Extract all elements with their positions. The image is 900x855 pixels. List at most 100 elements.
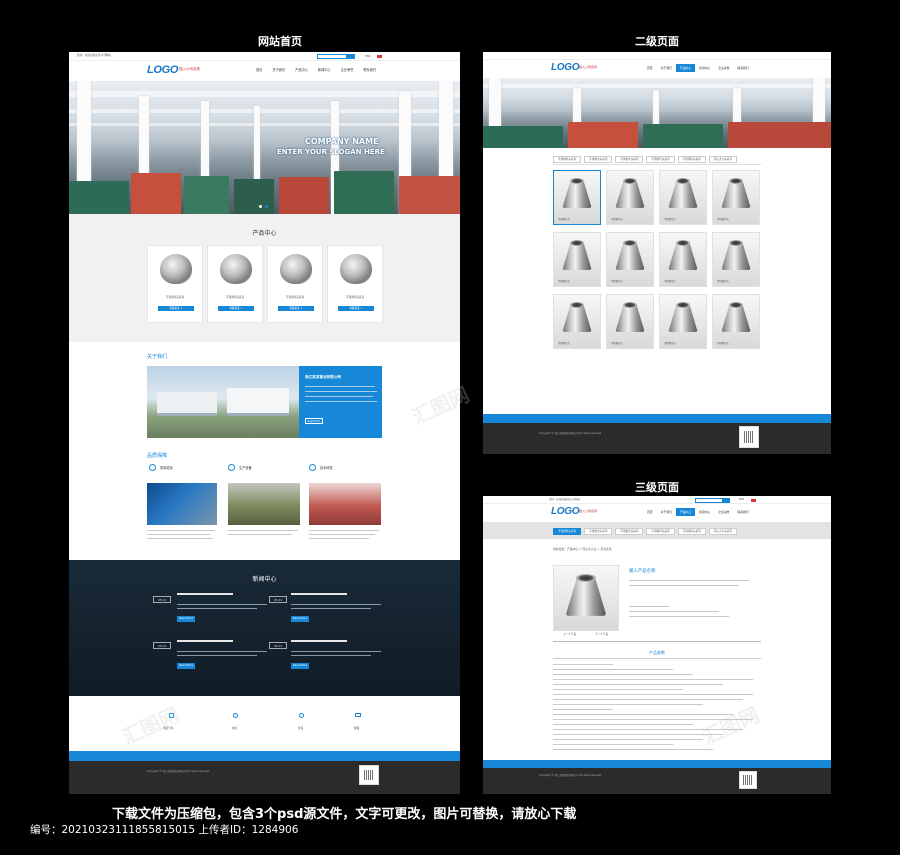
tab-category[interactable]: 不锈钢弯头系列	[584, 156, 613, 163]
search-button[interactable]	[347, 54, 355, 59]
prev-product-link[interactable]: 上一个产品	[563, 633, 576, 637]
quality-label: 质量检测	[160, 466, 173, 470]
second-footer: Copyright © 浙江某某管业有限公司 All rights reserv…	[483, 423, 831, 454]
product-name: 不锈钢弯头系列	[285, 296, 305, 299]
third-page-preview: 您好！欢迎光临某某公司网站 ENG LOGO 插入公司名称 首页 关于我们 产品…	[483, 496, 831, 794]
tab-category[interactable]: 不锈钢弯头系列	[615, 528, 644, 535]
param-text-line	[553, 724, 693, 726]
product-card[interactable]: 不锈钢弯头系列 查看更多 +	[147, 245, 203, 323]
news-more-button[interactable]: Read More	[291, 616, 309, 622]
nav-home[interactable]: 首页	[643, 64, 657, 72]
search-button[interactable]	[723, 497, 730, 503]
nav-contact[interactable]: 联系我们	[358, 66, 381, 74]
logo[interactable]: LOGO	[147, 64, 179, 76]
about-more-button[interactable]: Read More	[305, 418, 323, 424]
flag-icon[interactable]	[377, 55, 382, 58]
nav-about[interactable]: 关于我们	[657, 508, 676, 516]
logo[interactable]: LOGO	[551, 506, 580, 517]
product-more-button[interactable]: 查看更多 +	[158, 306, 194, 311]
product-thumb[interactable]: 不锈钢弯头	[659, 170, 707, 225]
quality-photo-2	[228, 483, 300, 525]
product-thumb[interactable]: 不锈钢弯头	[606, 294, 654, 349]
lang-switch[interactable]: ENG	[739, 498, 744, 502]
second-page-preview: LOGO 插入公司名称 首页 关于我们 产品中心 新闻中心 企业荣誉 联系我们 …	[483, 52, 831, 454]
product-thumb-label: 不锈钢弯头	[664, 342, 676, 345]
home-banner: COMPANY NAME ENTER YOUR SLOGAN HERE	[69, 81, 460, 214]
news-section: 新闻中心 05.24 Read More 05.24 Read More 05.…	[69, 560, 460, 696]
nav-contact[interactable]: 联系我们	[733, 508, 752, 516]
product-thumb-label: 不锈钢弯头	[558, 280, 570, 283]
tab-category[interactable]: 不锈钢弯头系列	[646, 528, 675, 535]
nav-home[interactable]: 首页	[251, 66, 267, 74]
product-thumb[interactable]: 不锈钢弯头	[659, 294, 707, 349]
news-more-button[interactable]: Read More	[177, 616, 195, 622]
nav-about[interactable]: 关于我们	[267, 66, 290, 74]
banner-company-name: COMPANY NAME	[305, 137, 379, 146]
quality-icon-3	[309, 464, 316, 471]
nav-products[interactable]: 产品中心	[675, 508, 696, 516]
param-text-line	[553, 749, 713, 751]
nav-contact[interactable]: 联系我们	[733, 64, 752, 72]
params-title: 产品参数	[649, 650, 665, 655]
quality-label: 技术研发	[320, 466, 333, 470]
product-thumb[interactable]: 不锈钢弯头	[553, 170, 601, 225]
contact-label: 传真	[298, 727, 304, 730]
nav-news[interactable]: 新闻中心	[695, 508, 714, 516]
company-name: 插入公司名称	[579, 65, 598, 69]
product-thumb[interactable]: 不锈钢弯头	[606, 232, 654, 287]
tab-category[interactable]: 不锈钢弯头系列	[553, 528, 582, 535]
product-thumb[interactable]: 不锈钢弯头	[712, 232, 760, 287]
tab-category[interactable]: 不锈钢弯头系列	[677, 156, 706, 163]
product-card[interactable]: 不锈钢弯头系列 查看更多 +	[267, 245, 323, 323]
nav-news[interactable]: 新闻中心	[695, 64, 714, 72]
param-text-line	[553, 734, 723, 736]
product-more-button[interactable]: 查看更多 +	[338, 306, 374, 311]
product-more-button[interactable]: 查看更多 +	[278, 306, 314, 311]
product-card[interactable]: 不锈钢弯头系列 查看更多 +	[207, 245, 263, 323]
caption-third: 三级页面	[635, 481, 679, 494]
product-thumb[interactable]: 不锈钢弯头	[712, 170, 760, 225]
nav-products[interactable]: 产品中心	[675, 64, 696, 72]
search-input[interactable]	[695, 497, 723, 503]
third-tabs-bar: 不锈钢弯头系列 不锈钢弯头系列 不锈钢弯头系列 不锈钢弯头系列 不锈钢弯头系列 …	[483, 522, 831, 539]
tab-category[interactable]: 不锈钢弯头系列	[615, 156, 644, 163]
product-more-button[interactable]: 查看更多 +	[218, 306, 254, 311]
tab-category[interactable]: 同心大小头系列	[708, 528, 737, 535]
tab-category[interactable]: 不锈钢弯头系列	[584, 528, 613, 535]
product-thumb[interactable]: 不锈钢弯头	[553, 232, 601, 287]
param-text-line	[553, 694, 753, 696]
lang-switch[interactable]: ENG	[365, 55, 371, 59]
nav-honor[interactable]: 企业荣誉	[714, 508, 733, 516]
nav-products[interactable]: 产品中心	[290, 66, 313, 74]
banner-dot[interactable]	[259, 205, 262, 208]
news-more-button[interactable]: Read More	[177, 663, 195, 669]
banner-dot[interactable]	[265, 205, 268, 208]
home-topbar: 您好！欢迎光临某某公司网站 ENG	[69, 52, 460, 61]
product-thumb-label: 不锈钢弯头	[664, 218, 676, 221]
news-date: 05.24	[153, 596, 171, 603]
product-thumb[interactable]: 不锈钢弯头	[712, 294, 760, 349]
product-card[interactable]: 不锈钢弯头系列 查看更多 +	[327, 245, 383, 323]
product-thumb-label: 不锈钢弯头	[717, 342, 729, 345]
nav-news[interactable]: 新闻中心	[313, 66, 336, 74]
flag-icon[interactable]	[751, 498, 756, 502]
news-more-button[interactable]: Read More	[291, 663, 309, 669]
news-date: 05.24	[269, 596, 287, 603]
logo[interactable]: LOGO	[551, 62, 580, 73]
nav-about[interactable]: 关于我们	[657, 64, 676, 72]
param-text-line	[553, 699, 743, 701]
product-thumb[interactable]: 不锈钢弯头	[606, 170, 654, 225]
tab-category[interactable]: 不锈钢弯头系列	[553, 156, 582, 163]
copyright: Copyright © 浙江某某管业有限公司 All rights reserv…	[147, 770, 210, 773]
nav-honor[interactable]: 企业荣誉	[336, 66, 359, 74]
product-thumb[interactable]: 不锈钢弯头	[553, 294, 601, 349]
product-thumb[interactable]: 不锈钢弯头	[659, 232, 707, 287]
download-note: 下载文件为压缩包，包含3个psd源文件，文字可更改，图片可替换，请放心下载	[112, 807, 577, 822]
tab-category[interactable]: 不锈钢弯头系列	[677, 528, 706, 535]
search-input[interactable]	[317, 54, 347, 59]
nav-honor[interactable]: 企业荣誉	[714, 64, 733, 72]
tab-category[interactable]: 不锈钢弯头系列	[646, 156, 675, 163]
nav-home[interactable]: 首页	[643, 508, 657, 516]
tab-category[interactable]: 同心大小头系列	[708, 156, 737, 163]
next-product-link[interactable]: 下一个产品	[595, 633, 608, 637]
